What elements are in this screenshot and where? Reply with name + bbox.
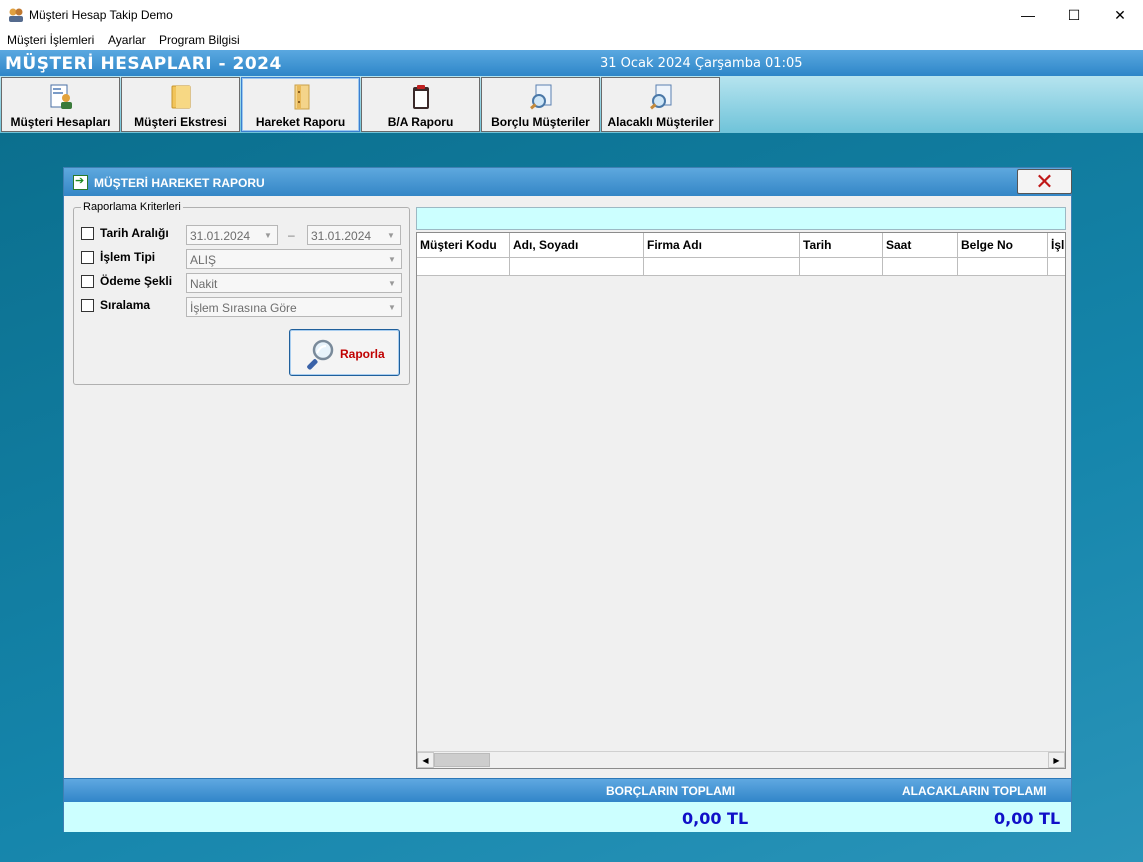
transaction-type-label: İşlem Tipi	[100, 250, 156, 264]
main-toolbar: Müşteri Hesapları Müşteri Ekstresi Harek…	[0, 76, 1143, 133]
payment-method-checkbox[interactable]	[81, 275, 94, 288]
date-from-value: 31.01.2024	[190, 229, 251, 243]
chevron-down-icon[interactable]: ▼	[384, 299, 400, 315]
table-cell[interactable]	[883, 258, 958, 276]
app-icon	[9, 8, 23, 22]
close-window-button[interactable]: ✕	[1097, 0, 1143, 30]
transaction-type-value: ALIŞ	[190, 253, 217, 267]
date-range-separator: –	[288, 228, 295, 242]
totals-values: 0,00 TL 0,00 TL	[64, 802, 1071, 832]
dialog-close-button[interactable]: ✕	[1017, 169, 1072, 194]
menu-bar: Müşteri İşlemleri Ayarlar Program Bilgis…	[0, 30, 1143, 50]
report-button-label: Raporla	[340, 347, 385, 361]
title-bar: Müşteri Hesap Takip Demo — ☐ ✕	[0, 0, 1143, 30]
customer-statement-button[interactable]: Müşteri Ekstresi	[121, 77, 240, 132]
table-cell[interactable]	[800, 258, 883, 276]
report-grid[interactable]: Müşteri Kodu Adı, Soyadı Firma Adı Tarih…	[416, 232, 1066, 769]
date-range-checkbox[interactable]	[81, 227, 94, 240]
column-header-date[interactable]: Tarih	[800, 233, 883, 258]
debt-total-value: 0,00 TL	[682, 809, 749, 828]
toolbar-button-label: Hareket Raporu	[255, 115, 346, 129]
column-header-company[interactable]: Firma Adı	[644, 233, 800, 258]
clipboard-icon	[406, 82, 436, 112]
menu-customer-operations[interactable]: Müşteri İşlemleri	[7, 33, 94, 47]
ba-report-button[interactable]: B/A Raporu	[361, 77, 480, 132]
customer-card-icon	[46, 82, 76, 112]
app-header: MÜŞTERİ HESAPLARI - 2024 31 Ocak 2024 Ça…	[0, 50, 1143, 76]
transaction-type-select[interactable]: ALIŞ ▼	[186, 249, 402, 269]
payment-method-select[interactable]: Nakit ▼	[186, 273, 402, 293]
sorting-value: İşlem Sırasına Göre	[190, 301, 297, 315]
app-header-title: MÜŞTERİ HESAPLARI - 2024	[5, 54, 282, 74]
binder-icon	[286, 82, 316, 112]
chevron-down-icon[interactable]: ▼	[383, 227, 399, 243]
magnifier-icon	[307, 339, 334, 370]
toolbar-button-label: Alacaklı Müşteriler	[607, 115, 714, 129]
totals-header: BORÇLARIN TOPLAMI ALACAKLARIN TOPLAMI	[64, 778, 1071, 802]
scrollbar-thumb[interactable]	[434, 753, 490, 767]
debtor-customers-button[interactable]: Borçlu Müşteriler	[481, 77, 600, 132]
creditor-customers-button[interactable]: Alacaklı Müşteriler	[601, 77, 720, 132]
transaction-type-checkbox[interactable]	[81, 251, 94, 264]
dialog-header: MÜŞTERİ HAREKET RAPORU ✕	[64, 168, 1072, 196]
date-from-picker[interactable]: 31.01.2024 ▼	[186, 225, 278, 245]
sorting-checkbox[interactable]	[81, 299, 94, 312]
chevron-down-icon[interactable]: ▼	[384, 251, 400, 267]
table-cell[interactable]	[417, 258, 510, 276]
dialog-title: MÜŞTERİ HAREKET RAPORU	[94, 176, 265, 190]
credit-total-value: 0,00 TL	[994, 809, 1061, 828]
payment-method-label: Ödeme Şekli	[100, 274, 173, 288]
movement-report-button[interactable]: Hareket Raporu	[241, 77, 360, 132]
column-header-document-no[interactable]: Belge No	[958, 233, 1048, 258]
toolbar-button-label: Borçlu Müşteriler	[491, 115, 590, 129]
date-range-label: Tarih Aralığı	[100, 226, 169, 240]
document-search-icon	[646, 82, 676, 112]
folder-icon	[166, 82, 196, 112]
table-cell[interactable]	[510, 258, 644, 276]
column-header-customer-code[interactable]: Müşteri Kodu	[417, 233, 510, 258]
window-title: Müşteri Hesap Takip Demo	[29, 8, 173, 22]
table-cell[interactable]	[1048, 258, 1065, 276]
column-header-name[interactable]: Adı, Soyadı	[510, 233, 644, 258]
document-search-icon	[526, 82, 556, 112]
table-cell[interactable]	[644, 258, 800, 276]
report-info-bar	[416, 207, 1066, 230]
arrow-right-icon	[73, 174, 88, 190]
debt-total-label: BORÇLARIN TOPLAMI	[606, 784, 736, 798]
column-header-transaction[interactable]: İşl	[1048, 233, 1065, 258]
horizontal-scrollbar[interactable]: ◀ ▶	[417, 751, 1065, 768]
sorting-select[interactable]: İşlem Sırasına Göre ▼	[186, 297, 402, 317]
minimize-button[interactable]: —	[1005, 0, 1051, 30]
chevron-down-icon[interactable]: ▼	[384, 275, 400, 291]
date-to-picker[interactable]: 31.01.2024 ▼	[307, 225, 401, 245]
sorting-label: Sıralama	[100, 298, 151, 312]
chevron-down-icon[interactable]: ▼	[260, 227, 276, 243]
scroll-left-icon[interactable]: ◀	[417, 752, 434, 768]
date-to-value: 31.01.2024	[311, 229, 372, 243]
toolbar-button-label: Müşteri Hesapları	[10, 115, 111, 129]
payment-method-value: Nakit	[190, 277, 218, 291]
scroll-right-icon[interactable]: ▶	[1048, 752, 1065, 768]
toolbar-button-label: Müşteri Ekstresi	[134, 115, 227, 129]
menu-settings[interactable]: Ayarlar	[108, 33, 146, 47]
customer-accounts-button[interactable]: Müşteri Hesapları	[1, 77, 120, 132]
column-header-time[interactable]: Saat	[883, 233, 958, 258]
maximize-button[interactable]: ☐	[1051, 0, 1097, 30]
movement-report-dialog: MÜŞTERİ HAREKET RAPORU ✕ Raporlama Krite…	[63, 167, 1072, 832]
header-datetime: 31 Ocak 2024 Çarşamba 01:05	[600, 56, 803, 71]
menu-program-info[interactable]: Program Bilgisi	[159, 33, 240, 47]
report-button[interactable]: Raporla	[289, 329, 400, 376]
criteria-legend: Raporlama Kriterleri	[81, 201, 183, 213]
toolbar-button-label: B/A Raporu	[387, 115, 454, 129]
credit-total-label: ALACAKLARIN TOPLAMI	[902, 784, 1047, 798]
report-criteria-group: Raporlama Kriterleri Tarih Aralığı 31.01…	[73, 201, 410, 385]
table-cell[interactable]	[958, 258, 1048, 276]
